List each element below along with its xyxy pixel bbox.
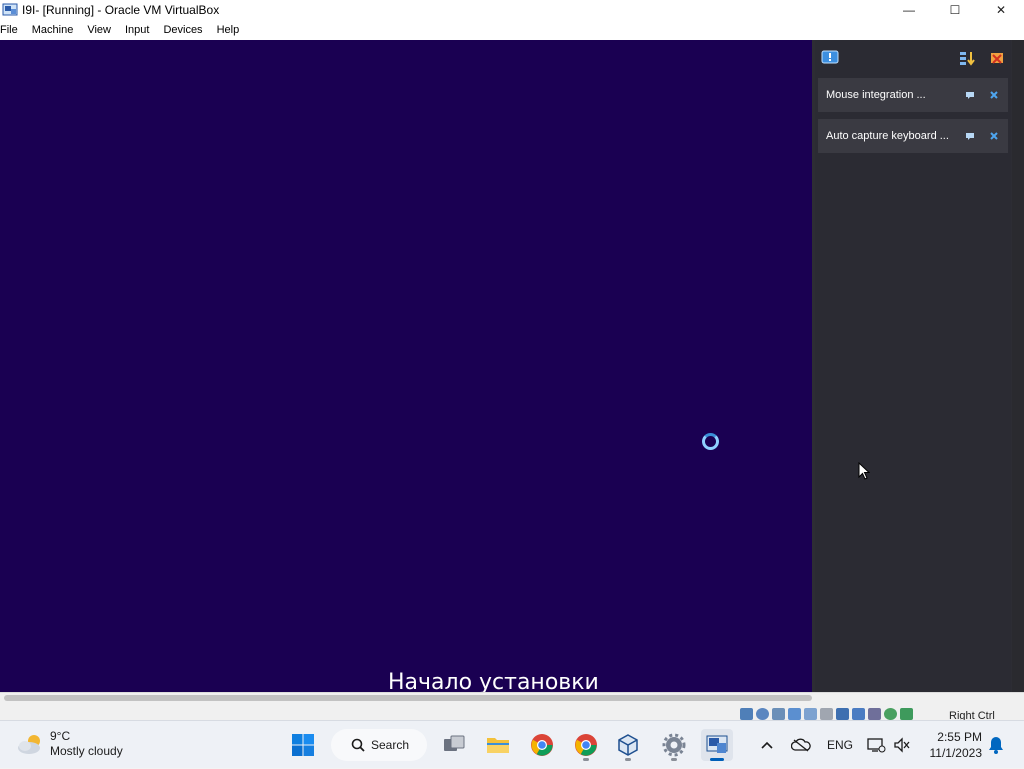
task-view-icon (444, 735, 465, 751)
weather-temperature: 9°C (50, 729, 71, 743)
cpu-icon[interactable] (868, 708, 881, 720)
search-icon (351, 738, 365, 752)
search-label: Search (371, 738, 410, 752)
cloud-offline-icon (791, 738, 811, 752)
window-controls: — ☐ ✕ (886, 0, 1024, 20)
close-icon[interactable] (988, 130, 1000, 142)
menu-devices[interactable]: Devices (163, 20, 210, 40)
virtualbox-cube-icon (618, 734, 638, 756)
notification-center-icon[interactable] (821, 50, 839, 66)
file-explorer-button[interactable] (482, 729, 514, 761)
clock-date: 11/1/2023 (929, 746, 983, 760)
windows-taskbar: 9°C Mostly cloudy Search ENG 2:55 PM 11/… (0, 720, 1024, 768)
gear-icon (662, 733, 686, 757)
network-icon[interactable] (788, 708, 801, 720)
running-indicator (671, 758, 677, 761)
notification-scrollbar[interactable] (1012, 40, 1024, 692)
notifications-button[interactable] (988, 721, 1004, 769)
sort-icon[interactable] (958, 50, 976, 66)
mouse-integration-icon[interactable] (884, 708, 897, 720)
language-indicator[interactable]: ENG (827, 721, 853, 769)
system-clock[interactable]: 2:55 PM 11/1/2023 (924, 729, 983, 761)
language-label: ENG (827, 738, 854, 752)
chrome-button-2[interactable] (570, 729, 602, 761)
running-indicator (583, 758, 589, 761)
usb-icon[interactable] (804, 708, 817, 720)
ignore-all-icon[interactable] (988, 50, 1006, 66)
vm-display[interactable]: Начало установки (0, 40, 812, 692)
running-indicator (625, 758, 631, 761)
pin-icon[interactable] (964, 89, 976, 101)
menu-help[interactable]: Help (217, 20, 248, 40)
notification-mouse-integration[interactable]: Mouse integration ... (818, 78, 1008, 112)
network-status-button[interactable] (866, 721, 886, 769)
menu-input[interactable]: Input (125, 20, 157, 40)
mouse-cursor-icon (858, 462, 870, 480)
active-indicator (710, 758, 724, 761)
network-disconnected-icon (867, 738, 886, 753)
cloudy-weather-icon (18, 735, 40, 754)
virtualbox-icon (2, 3, 18, 16)
menu-bar: File Machine View Input Devices Help (0, 20, 1024, 40)
task-view-button[interactable] (438, 729, 470, 761)
keyboard-icon[interactable] (900, 708, 913, 720)
settings-button[interactable] (658, 729, 690, 761)
optical-drive-icon[interactable] (756, 708, 769, 720)
weather-condition: Mostly cloudy (50, 744, 123, 758)
audio-icon[interactable] (772, 708, 785, 720)
bell-icon (989, 737, 1003, 754)
vm-running-icon (706, 735, 728, 753)
vm-window-button[interactable] (701, 729, 733, 761)
taskbar-search-button[interactable]: Search (331, 729, 427, 761)
device-status-icons (740, 708, 913, 720)
minimize-button[interactable]: — (886, 0, 932, 20)
notification-text: Auto capture keyboard ... (826, 130, 949, 142)
horizontal-scrollbar[interactable] (0, 692, 1024, 704)
chrome-button-1[interactable] (526, 729, 558, 761)
chrome-icon (575, 734, 597, 756)
title-bar: I9I- [Running] - Oracle VM VirtualBox — … (0, 0, 1024, 20)
shared-folders-icon[interactable] (820, 708, 833, 720)
window-title: I9I- [Running] - Oracle VM VirtualBox (22, 3, 220, 17)
notification-text: Mouse integration ... (826, 89, 926, 101)
recording-icon[interactable] (852, 708, 865, 720)
menu-file[interactable]: File (0, 20, 26, 40)
scrollbar-thumb[interactable] (4, 695, 812, 701)
speaker-muted-icon (894, 737, 910, 753)
onedrive-button[interactable] (791, 721, 811, 769)
loading-spinner-icon (702, 433, 719, 450)
display-icon[interactable] (836, 708, 849, 720)
clock-time: 2:55 PM (937, 730, 982, 744)
virtualbox-manager-button[interactable] (612, 729, 644, 761)
menu-view[interactable]: View (87, 20, 119, 40)
weather-widget[interactable]: 9°C Mostly cloudy (16, 729, 123, 759)
chrome-icon (531, 734, 553, 756)
notification-auto-capture-keyboard[interactable]: Auto capture keyboard ... (818, 119, 1008, 153)
close-button[interactable]: ✕ (978, 0, 1024, 20)
menu-machine[interactable]: Machine (32, 20, 82, 40)
maximize-button[interactable]: ☐ (932, 0, 978, 20)
hard-disk-icon[interactable] (740, 708, 753, 720)
show-hidden-icons-button[interactable] (760, 721, 774, 769)
volume-button[interactable] (893, 721, 911, 769)
windows-logo-icon (292, 734, 314, 756)
pin-icon[interactable] (964, 130, 976, 142)
chevron-up-icon (761, 741, 773, 749)
start-button[interactable] (287, 729, 319, 761)
folder-icon (487, 738, 509, 753)
close-icon[interactable] (988, 89, 1000, 101)
vm-setup-caption: Начало установки (388, 670, 599, 692)
